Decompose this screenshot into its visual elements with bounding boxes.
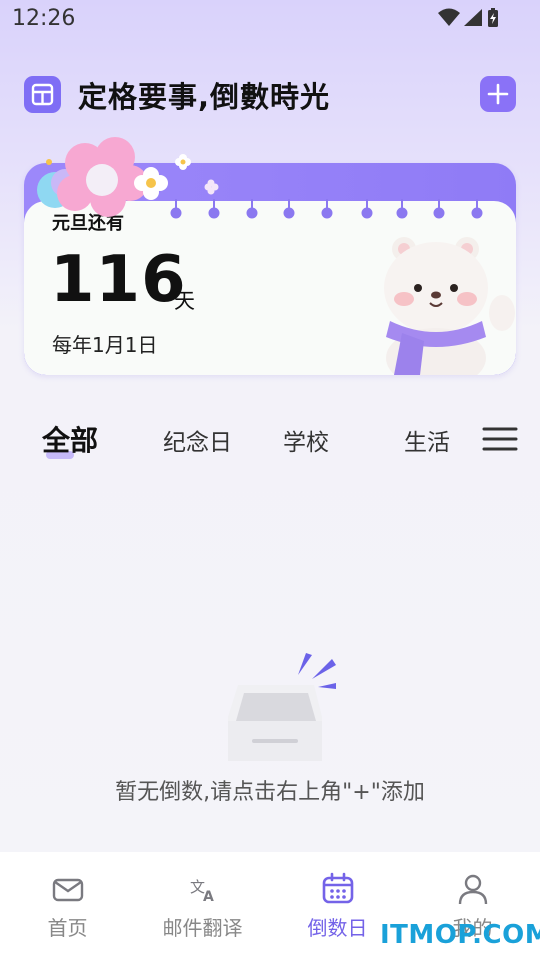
person-icon <box>458 874 487 905</box>
mail-icon <box>52 878 83 902</box>
signal-icon <box>464 9 482 26</box>
menu-icon[interactable] <box>482 423 518 455</box>
flower-decoration-icon <box>37 137 219 217</box>
tab-all[interactable]: 全部 <box>42 419 98 459</box>
empty-inbox-icon <box>228 653 336 761</box>
battery-icon <box>488 8 498 27</box>
status-bar: 12:26 <box>0 0 540 40</box>
tab-anniversary[interactable]: 纪念日 <box>163 423 232 457</box>
app-title: 定格要事,倒數時光 <box>78 80 331 114</box>
empty-state-message: 暂无倒数,请点击右上角"+"添加 <box>115 780 425 805</box>
svg-text:A: A <box>203 889 214 905</box>
add-button[interactable] <box>480 76 516 112</box>
plus-icon <box>487 83 509 105</box>
countdown-unit: 天 <box>174 289 195 313</box>
watermark: ITMOP.COM <box>380 920 540 950</box>
category-tabs: 全部 纪念日 学校 生活 <box>0 415 540 465</box>
bear-mascot-icon <box>384 237 515 375</box>
calendar-icon <box>322 872 353 904</box>
status-time: 12:26 <box>12 6 76 31</box>
nav-mail-translate[interactable]: 文 A 邮件翻译 <box>135 852 270 960</box>
header: 定格要事,倒數時光 <box>0 70 540 118</box>
countdown-repeat-date: 每年1月1日 <box>52 333 158 357</box>
app-logo-icon <box>24 76 61 113</box>
translate-icon: 文 A <box>190 878 214 905</box>
countdown-days: 116 <box>50 243 187 317</box>
nav-mail-translate-label: 邮件翻译 <box>162 916 243 940</box>
tab-life[interactable]: 生活 <box>404 423 450 457</box>
tab-school[interactable]: 学校 <box>283 423 329 457</box>
wifi-icon <box>438 8 460 26</box>
nav-home-label: 首页 <box>47 916 88 940</box>
status-icons <box>438 8 498 27</box>
nav-home[interactable]: 首页 <box>0 852 135 960</box>
